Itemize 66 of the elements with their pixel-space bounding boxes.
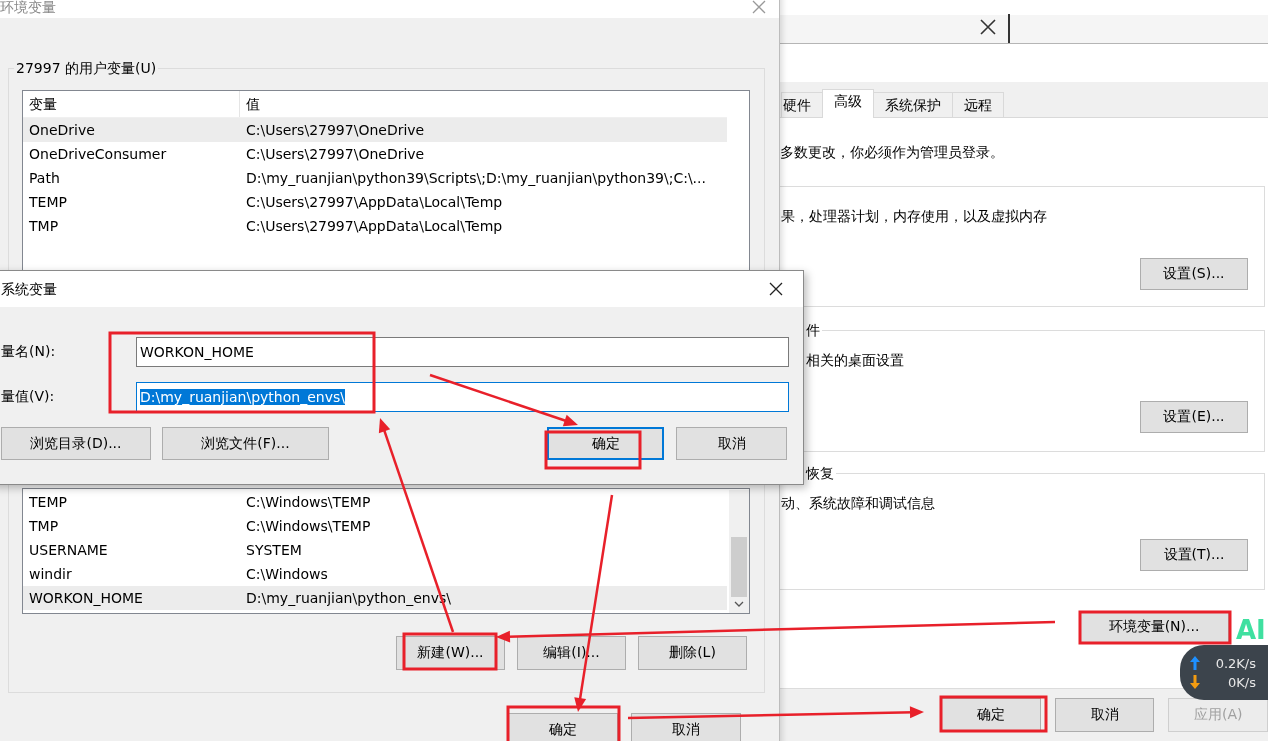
down-arrow-icon [1190, 675, 1200, 689]
tab[interactable]: 硬件 [781, 92, 823, 117]
close-icon[interactable] [769, 282, 783, 296]
column-header[interactable]: 变量 [23, 91, 240, 117]
dialog-button[interactable]: 取消 [1054, 698, 1155, 732]
input-field[interactable]: WORKON_HOME [136, 337, 789, 367]
table-cell-text: USERNAME [28, 541, 109, 560]
table-row[interactable]: OneDrive C:\Users\27997\OneDrive [23, 118, 727, 142]
field-label: 量名(N): [1, 343, 57, 361]
table-row[interactable]: windir C:\Windows [23, 562, 727, 586]
column-header[interactable]: 值 [240, 91, 260, 117]
section-title: 恢复 [804, 464, 836, 482]
section-title: 件 [804, 321, 822, 339]
table-cell-text: TEMP [28, 193, 68, 212]
close-icon[interactable] [980, 19, 996, 35]
table-cell-text: C:\Windows\TEMP [245, 493, 371, 512]
table-cell-text: TMP [28, 217, 60, 236]
table-row[interactable]: TEMP C:\Users\27997\AppData\Local\Temp [23, 190, 727, 214]
table-cell-text: OneDriveConsumer [28, 145, 168, 164]
table-row[interactable]: USERNAME SYSTEM [23, 538, 727, 562]
table-cell-text: OneDrive [28, 121, 96, 140]
table-row[interactable]: TEMP C:\Windows\TEMP [23, 490, 727, 514]
dialog-button[interactable]: 取消 [631, 713, 741, 741]
settings-button[interactable]: 设置(T)... [1140, 539, 1248, 571]
table-cell-text: C:\Users\27997\OneDrive [245, 121, 425, 140]
tab[interactable]: 高级 [822, 89, 874, 118]
download-speed: 0K/s [1227, 674, 1256, 690]
table-cell-text: D:\my_ruanjian\python39\Scripts\;D:\my_ruanjian\python39\;C:\... [245, 169, 706, 188]
dialog-button[interactable]: 浏览目录(D)... [1, 427, 151, 460]
table-row[interactable]: TMP C:\Users\27997\AppData\Local\Temp [23, 214, 727, 238]
admin-note: 多数更改，你必须作为管理员登录。 [779, 144, 1005, 162]
upload-speed: 0.2K/s [1214, 655, 1256, 671]
settings-button[interactable]: 设置(E)... [1140, 401, 1248, 433]
scrollbar[interactable] [729, 490, 749, 613]
section-description: 果，处理器计划，内存使用，以及虚拟内存 [781, 208, 1047, 226]
table-row[interactable]: TMP C:\Windows\TEMP [23, 514, 727, 538]
input-field[interactable]: D:\my_ruanjian\python_envs\ [136, 382, 789, 412]
dialog-title: 系统变量 [1, 280, 57, 299]
window-title: 环境变量 [0, 0, 56, 17]
table-cell-text: TEMP [28, 493, 68, 512]
field-label: 量值(V): [1, 388, 56, 406]
dialog-button[interactable]: 浏览文件(F)... [162, 427, 329, 460]
table-action-button[interactable]: 删除(L) [638, 636, 747, 670]
table-cell-text: C:\Windows [245, 565, 328, 584]
table-cell-text: WORKON_HOME [28, 589, 144, 608]
table-action-button[interactable]: 新建(W)... [396, 636, 505, 670]
table-cell-text: Path [28, 169, 61, 188]
section-description: 相关的桌面设置 [806, 352, 904, 370]
up-arrow-icon [1190, 656, 1200, 670]
chevron-down-icon[interactable] [734, 601, 744, 607]
table-cell-text: C:\Users\27997\AppData\Local\Temp [245, 217, 503, 236]
table-cell-text: C:\Users\27997\OneDrive [245, 145, 425, 164]
dialog-button[interactable]: 取消 [676, 427, 787, 460]
table-cell-text: TMP [28, 517, 60, 536]
table-cell-text: C:\Windows\TEMP [245, 517, 371, 536]
table-row[interactable]: OneDriveConsumer C:\Users\27997\OneDrive [23, 142, 727, 166]
section-description: 动、系统故障和调试信息 [781, 495, 935, 513]
table-row[interactable]: Path D:\my_ruanjian\python39\Scripts\;D:\my_ruanjian\python39\;C:\... [23, 166, 727, 190]
settings-button[interactable]: 设置(S)... [1140, 258, 1248, 290]
table-cell-text: SYSTEM [245, 541, 302, 560]
dialog-button[interactable]: 确定 [508, 713, 618, 741]
tab[interactable]: 远程 [952, 92, 1004, 117]
group-title: 27997 的用户变量(U) [14, 59, 159, 77]
logo-text: AI [1236, 614, 1266, 646]
table-cell-text: windir [28, 565, 73, 584]
table-cell-text: C:\Users\27997\AppData\Local\Temp [245, 193, 503, 212]
